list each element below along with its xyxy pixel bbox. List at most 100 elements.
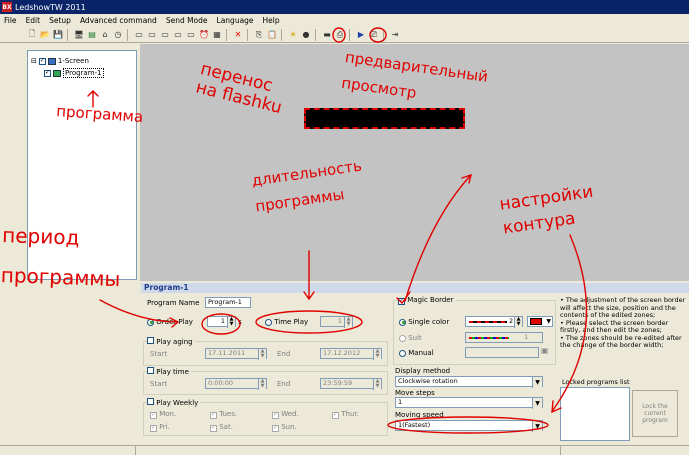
suit-radio[interactable] <box>399 334 406 342</box>
time-play-count[interactable]: 1 ▲ ▼ <box>320 316 353 328</box>
time-end-spinner[interactable]: ▲ ▼ <box>373 379 381 390</box>
suit-option[interactable]: Suit <box>399 334 422 342</box>
order-play-option[interactable]: Order Play <box>147 318 193 326</box>
play-aging-option[interactable]: Play aging <box>147 337 195 346</box>
usb-save-icon[interactable]: ⎙ <box>334 29 346 41</box>
day-sun[interactable]: ✓ Sun. <box>272 423 297 432</box>
tree-item-screen[interactable]: 1-Screen <box>58 57 89 65</box>
menu-file[interactable]: File <box>4 16 17 25</box>
day-sun-checkbox[interactable]: ✓ <box>272 424 279 432</box>
time-play-spinner[interactable]: ▲ ▼ <box>344 317 352 328</box>
open-file-icon[interactable]: 📂 <box>39 29 51 41</box>
aging-end-spinner[interactable]: ▲ ▼ <box>373 349 381 360</box>
screen-checkbox[interactable]: ✓ <box>38 57 46 65</box>
alarm-icon[interactable]: ⏰ <box>198 29 210 41</box>
aging-start-date[interactable]: 17.11.2011 ▲ ▼ <box>205 348 267 360</box>
play-aging-checkbox[interactable] <box>147 337 154 344</box>
add-screen-icon[interactable]: 🖥 <box>73 29 85 41</box>
menu-setup[interactable]: Setup <box>49 16 71 25</box>
toolbar-separator <box>247 28 251 41</box>
menu-language[interactable]: Language <box>217 16 254 25</box>
border-color-picker[interactable]: ▼ <box>527 316 553 327</box>
area-icon[interactable]: ▭ <box>185 29 197 41</box>
play-time-checkbox[interactable] <box>147 367 154 374</box>
day-fri-checkbox[interactable]: ✓ <box>150 424 157 432</box>
chart-icon[interactable]: ▦ <box>211 29 223 41</box>
area-icon[interactable]: ▭ <box>172 29 184 41</box>
usb-icon[interactable]: ▬ <box>321 29 333 41</box>
time-play-value: 1 <box>337 317 342 325</box>
day-sat-checkbox[interactable]: ✓ <box>210 424 217 432</box>
order-play-spinner[interactable]: ▲ ▼ <box>227 317 235 328</box>
play-weekly-label: Play Weekly <box>156 399 199 407</box>
menu-help[interactable]: Help <box>263 16 280 25</box>
menu-send-mode[interactable]: Send Mode <box>166 16 208 25</box>
color-swatch <box>530 318 542 325</box>
day-mon[interactable]: ✓ Mon. <box>150 410 176 419</box>
single-color-select[interactable]: 2 ▲ ▼ <box>465 316 523 328</box>
day-tue[interactable]: ✓ Tues. <box>210 410 237 419</box>
brightness-icon[interactable]: ☀ <box>287 29 299 41</box>
time-start-input[interactable]: 0:00:00 ▲ ▼ <box>205 378 267 390</box>
delete-icon[interactable]: ✕ <box>232 29 244 41</box>
moving-speed-select[interactable]: 1(Fastest) ▼ <box>395 420 543 432</box>
tree-item-program[interactable]: Program-1 <box>63 68 104 78</box>
copy-icon[interactable]: ⎘ <box>253 29 265 41</box>
magic-border-option[interactable]: ✓ Magic Border <box>398 296 456 305</box>
play-weekly-checkbox[interactable] <box>147 398 154 405</box>
single-color-option[interactable]: Single color <box>399 318 449 326</box>
move-steps-select[interactable]: 1 ▼ <box>395 397 543 409</box>
area-icon[interactable]: ▭ <box>133 29 145 41</box>
new-file-icon[interactable]: 🗋 <box>26 29 38 41</box>
record-icon[interactable]: ● <box>300 29 312 41</box>
manual-option[interactable]: Manual <box>399 349 434 357</box>
moving-speed-value: 1(Fastest) <box>398 421 431 429</box>
aging-end-date[interactable]: 17.12.2012 ▲ ▼ <box>320 348 382 360</box>
clock-icon[interactable]: ◷ <box>112 29 124 41</box>
lock-program-button[interactable]: Lock the current program <box>632 390 678 437</box>
program-name-input[interactable]: Program-1 <box>205 297 251 308</box>
program-checkbox[interactable]: ✓ <box>44 69 51 77</box>
manual-pattern-field[interactable] <box>465 347 539 358</box>
area-icon[interactable]: ▭ <box>159 29 171 41</box>
play-weekly-option[interactable]: Play Weekly <box>147 398 201 407</box>
day-wed-checkbox[interactable]: ✓ <box>272 411 279 419</box>
time-start-spinner[interactable]: ▲ ▼ <box>258 379 266 390</box>
menu-edit[interactable]: Edit <box>26 16 41 25</box>
manual-radio[interactable] <box>399 349 406 357</box>
aging-start-spinner[interactable]: ▲ ▼ <box>258 349 266 360</box>
status-bar <box>0 445 689 455</box>
exit-icon[interactable]: ⇥ <box>389 29 401 41</box>
led-screen-area[interactable] <box>304 108 465 129</box>
day-tue-checkbox[interactable]: ✓ <box>210 411 217 419</box>
time-end-input[interactable]: 23:59:59 ▲ ▼ <box>320 378 382 390</box>
magic-border-checkbox[interactable]: ✓ <box>398 297 405 305</box>
time-play-radio[interactable] <box>265 318 272 326</box>
suit-select[interactable]: 1 <box>465 332 543 343</box>
home-icon[interactable]: ⌂ <box>99 29 111 41</box>
add-program-icon[interactable]: ▤ <box>86 29 98 41</box>
time-play-option[interactable]: Time Play <box>265 318 308 326</box>
order-play-radio[interactable] <box>147 318 154 326</box>
edit-pattern-icon[interactable]: ▣ <box>541 346 549 355</box>
preview-icon[interactable]: ⎚ <box>368 29 380 41</box>
day-wed[interactable]: ✓ Wed. <box>272 410 299 419</box>
display-method-select[interactable]: Clockwise rotation ▼ <box>395 376 543 388</box>
tree-collapse-icon[interactable]: ⊟ <box>31 57 37 65</box>
paste-icon[interactable]: 📋 <box>266 29 278 41</box>
day-thu-checkbox[interactable]: ✓ <box>332 411 339 419</box>
day-fri[interactable]: ✓ Fri. <box>150 423 170 432</box>
day-mon-checkbox[interactable]: ✓ <box>150 411 157 419</box>
day-thu[interactable]: ✓ Thur. <box>332 410 359 419</box>
single-color-spinner[interactable]: ▲ ▼ <box>514 317 522 328</box>
menu-advanced-command[interactable]: Advanced command <box>80 16 157 25</box>
single-color-radio[interactable] <box>399 318 406 326</box>
save-icon[interactable]: 💾 <box>52 29 64 41</box>
play-time-option[interactable]: Play time <box>147 367 191 376</box>
play-icon[interactable]: ▶ <box>355 29 367 41</box>
day-sat[interactable]: ✓ Sat. <box>210 423 233 432</box>
order-play-count[interactable]: 1 ▲ ▼ <box>207 316 236 328</box>
area-icon[interactable]: ▭ <box>146 29 158 41</box>
locked-programs-list[interactable] <box>560 387 630 441</box>
day-sun-label: Sun. <box>281 423 297 431</box>
